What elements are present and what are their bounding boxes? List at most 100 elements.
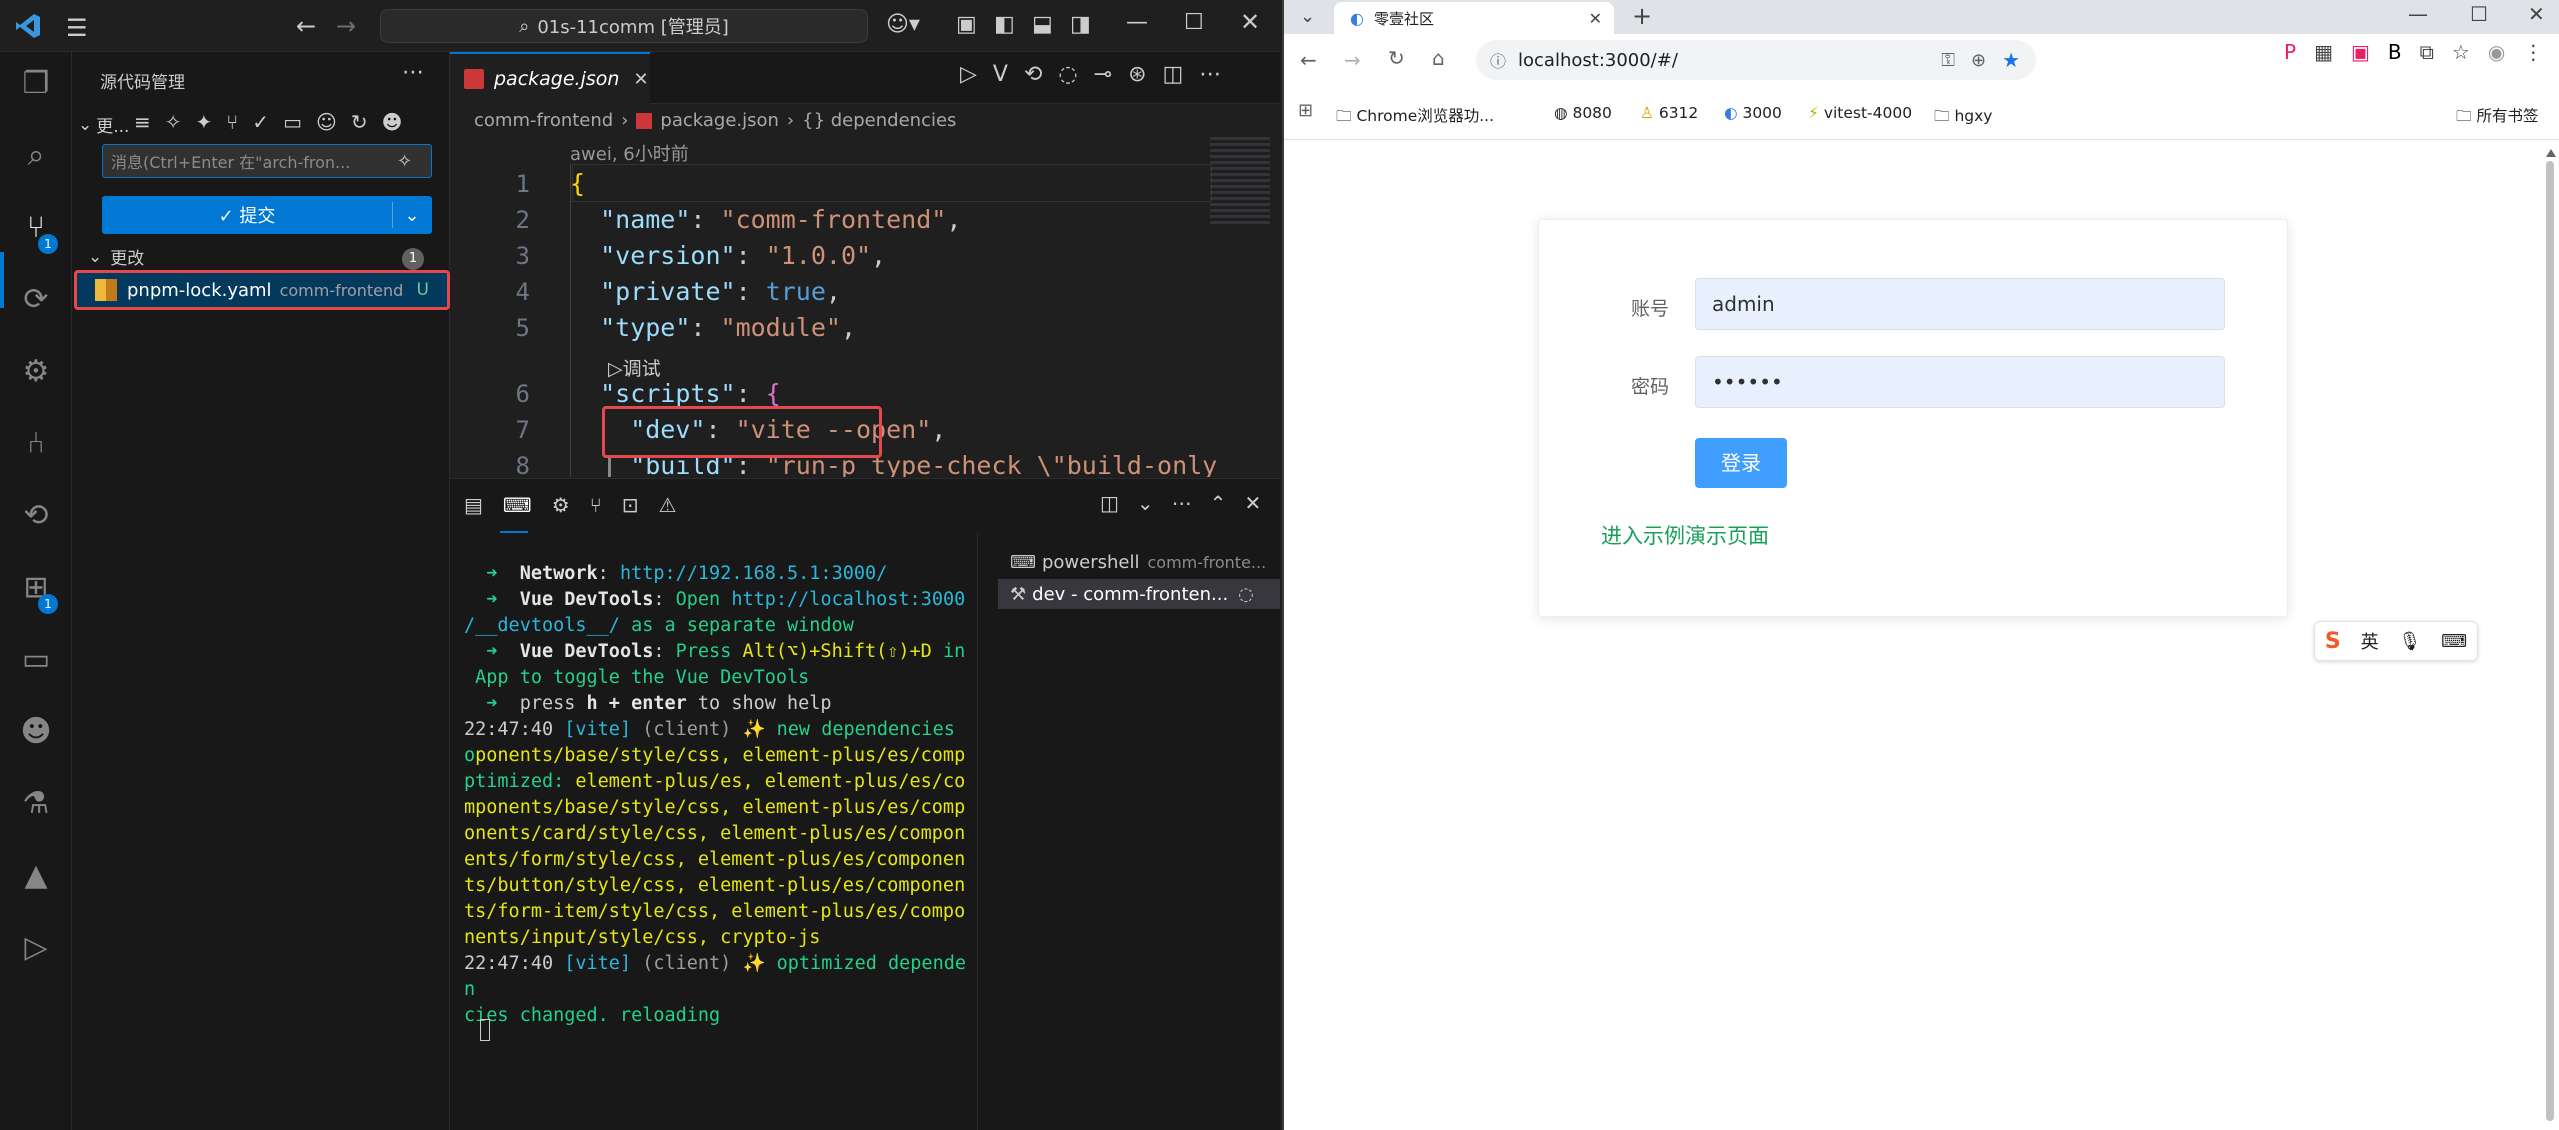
bookmark-8080[interactable]: ◍ 8080 [1554,104,1612,122]
sparkle-commit-icon[interactable]: ✦ [196,110,227,134]
agent-icon[interactable]: ☻ [382,110,417,134]
chrome-menu-icon[interactable]: ⋮ [2523,40,2559,64]
terminal-output[interactable]: ➜ Network: http://192.168.5.1:3000/ ➜ Vu… [450,549,980,1130]
keyboard-icon[interactable]: ⌨ [2441,631,2467,652]
profile-avatar-icon[interactable]: ◉ [2488,40,2523,64]
microphone-icon[interactable]: 🎙 [2398,631,2421,652]
account-input[interactable]: admin [1695,278,2225,330]
close-panel-icon[interactable]: ✕ [1244,491,1279,515]
maximize-icon[interactable]: ☐ [1184,10,1204,35]
debug-icon[interactable]: ⚙ [552,493,590,517]
sogou-logo-icon[interactable]: S [2325,629,2341,654]
run-icon[interactable]: ▷ [960,62,993,87]
remote-explorer-icon[interactable]: ▭ [16,640,56,680]
commit-button[interactable]: ✓ 提交 ⌄ [102,196,432,234]
scroll-thumb[interactable] [2546,161,2554,1121]
new-tab-icon[interactable]: + [1632,2,1652,30]
login-button[interactable]: 登录 [1695,438,1787,488]
close-tab-icon[interactable]: ✕ [1589,9,1602,28]
close-tab-icon[interactable]: ✕ [633,69,648,90]
menu-icon[interactable]: ☰ [66,14,88,42]
bookmark-3000[interactable]: ◐ 3000 [1724,104,1782,122]
breadcrumb-symbol[interactable]: {} dependencies [802,110,956,131]
extension-p-icon[interactable]: P [2284,40,2314,64]
codelens-blame[interactable]: awei, 6小时前 [570,140,689,166]
open-changes-icon[interactable]: ⊛ [1128,62,1162,87]
demo-page-link[interactable]: 进入示例演示页面 [1601,520,1769,550]
explorer-icon[interactable]: ❐ [16,64,56,104]
vitest-icon[interactable]: V [993,62,1024,87]
run-icon[interactable]: ▷ [16,928,56,968]
sparkle-icon[interactable]: ✧ [165,110,196,134]
back-arrow-icon[interactable]: ← [296,12,316,40]
refresh-icon[interactable]: ↻ [351,110,382,134]
bookmark-6312[interactable]: ♙ 6312 [1640,104,1698,122]
key-icon[interactable]: ⚿ [1941,50,1955,71]
command-center[interactable]: ⌕ 01s-11comm [管理员] [380,9,868,43]
apps-grid-icon[interactable]: ⊞ [1298,100,1313,121]
more-actions-icon[interactable]: ⋯ [402,60,424,85]
problems-icon[interactable]: ▤ [464,493,503,517]
git-prev-icon[interactable]: ◌ [1058,62,1093,87]
back-icon[interactable]: ← [1300,48,1317,72]
toggle-secondary-sidebar-icon[interactable]: ◨ [1070,12,1091,37]
split-editor-icon[interactable]: ◫ [1163,62,1200,87]
testing-icon[interactable]: ⚗ [16,784,56,824]
bookmark-star-icon[interactable]: ★ [2002,48,2020,72]
triangle-icon[interactable]: ▲ [16,856,56,896]
browser-tab[interactable]: ◐ 零壹社区 ✕ [1334,2,1614,34]
bookmark-manage-icon[interactable]: ☆ [2452,40,2488,64]
site-info-icon[interactable]: ⓘ [1490,48,1506,72]
commit-message-input[interactable]: 消息(Ctrl+Enter 在"arch-fron... ✧ [102,144,432,178]
maximize-panel-icon[interactable]: ⌃ [1210,491,1245,515]
extensions-puzzle-icon[interactable]: ⧉ [2420,40,2452,64]
scroll-up-icon[interactable] [2546,149,2556,157]
home-icon[interactable]: ⌂ [1432,46,1445,70]
copilot-chat-icon[interactable]: ☻ [16,712,56,752]
run-debug-icon[interactable]: ⚙ [16,352,56,392]
bookmark-hgxy-folder[interactable]: 🗀 hgxy [1934,104,1992,131]
ime-english-toggle[interactable]: 英 [2361,628,2379,654]
tab-package-json[interactable]: package.json ✕ [450,52,650,104]
search-icon[interactable]: ⌕ [16,136,56,176]
close-icon[interactable]: ✕ [1240,8,1260,36]
ports-icon[interactable]: ⊡ [622,493,659,517]
bookmark-vitest[interactable]: ⚡ vitest-4000 [1808,104,1912,122]
extension-b-icon[interactable]: B [2388,40,2420,64]
split-terminal-icon[interactable]: ◫ [1100,491,1137,515]
layout-icon[interactable]: ▣ [956,12,977,37]
tab-search-icon[interactable]: ⌄ [1300,6,1315,27]
password-input[interactable]: •••••• [1695,356,2225,408]
list-icon[interactable]: ≡ [134,110,165,134]
copilot-icon[interactable]: ☺▾ [886,12,920,37]
git-graph-icon[interactable]: ⟳ [16,280,56,320]
dropdown-icon[interactable]: ⌄ [1137,491,1172,515]
git-next-icon[interactable]: ⊸ [1094,62,1128,87]
breadcrumb-folder[interactable]: comm-frontend [474,110,613,131]
warning-icon[interactable]: ⚠ [658,493,696,517]
commit-dropdown-icon[interactable]: ⌄ [393,205,431,226]
terminal-tab-dev[interactable]: ⚒ dev - comm-fronten... ◌ [998,579,1280,609]
all-bookmarks[interactable]: 🗀 所有书签 [2456,104,2538,131]
git-compare-icon[interactable]: ⟲ [1024,62,1058,87]
minimize-icon[interactable]: — [1126,10,1148,35]
check-icon[interactable]: ✓ [252,110,283,134]
comment-icon[interactable]: ▭ [283,110,316,134]
breadcrumb-file[interactable]: package.json [660,110,779,131]
reload-icon[interactable]: ↻ [1388,46,1405,70]
maximize-icon[interactable]: ☐ [2470,2,2488,26]
close-icon[interactable]: ✕ [2528,2,2545,26]
git-icon[interactable]: ⑂ [590,493,622,517]
bookmark-chrome-folder[interactable]: 🗀 Chrome浏览器功... [1336,104,1494,131]
more-actions-icon[interactable]: ⋯ [1199,62,1237,87]
toggle-sidebar-icon[interactable]: ◧ [994,12,1015,37]
extension-qr-icon[interactable]: ▦ [2314,40,2351,64]
terminal-tab-powershell[interactable]: ⌨ powershell comm-fronte... [998,547,1280,577]
toggle-panel-icon[interactable]: ⬓ [1032,12,1053,37]
timeline-icon[interactable]: ⟲ [16,496,56,536]
generate-message-icon[interactable]: ✧ [397,151,412,172]
extension-translate-icon[interactable]: ▣ [2351,40,2388,64]
zoom-icon[interactable]: ⊕ [1971,50,1986,71]
terminal-icon[interactable]: ⌨ [503,493,552,517]
minimize-icon[interactable]: — [2408,2,2428,26]
